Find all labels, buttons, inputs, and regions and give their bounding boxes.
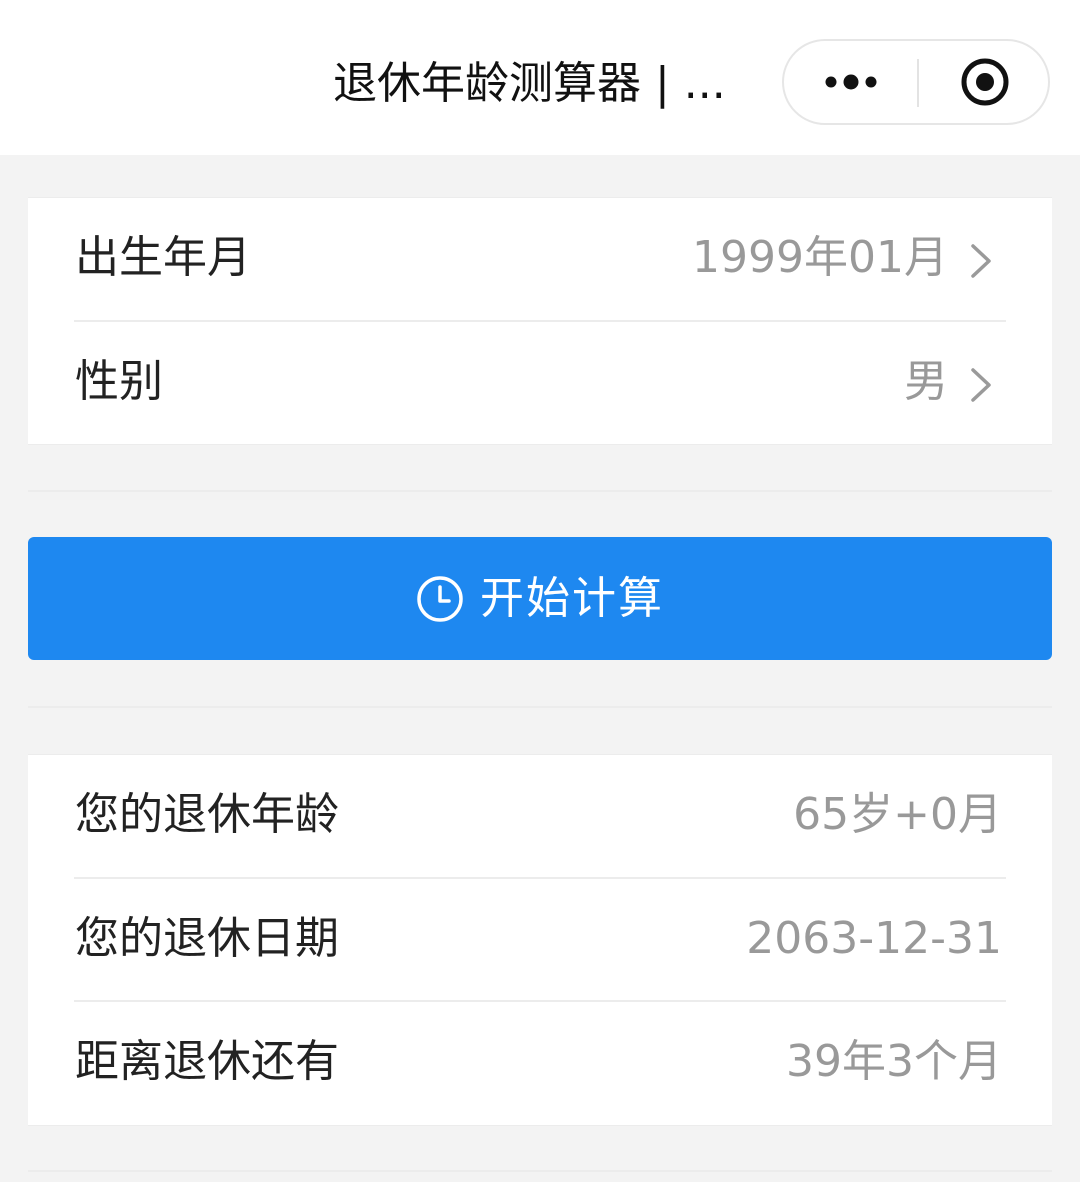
time-remaining-label: 距离退休还有 xyxy=(75,1036,339,1087)
result-card: 您的退休年龄 65岁+0月 您的退休日期 2063-12-31 距离退休还有 3… xyxy=(28,754,1052,1126)
birth-date-label: 出生年月 xyxy=(75,232,251,283)
retirement-age-value: 65岁+0月 xyxy=(793,789,1002,840)
section-divider xyxy=(28,706,1052,708)
gender-label: 性别 xyxy=(75,356,163,407)
page-title: 退休年龄测算器 | ... xyxy=(333,58,726,109)
chevron-right-icon xyxy=(971,368,991,402)
menu-capsule xyxy=(782,39,1050,125)
retirement-date-label: 您的退休日期 xyxy=(75,913,339,964)
more-dots-icon xyxy=(825,74,876,90)
section-divider xyxy=(28,490,1052,492)
navigation-bar: 退休年龄测算器 | ... xyxy=(0,0,1080,155)
time-remaining-value: 39年3个月 xyxy=(786,1036,1002,1087)
input-card: 出生年月 1999年01月 性别 男 xyxy=(28,197,1052,445)
time-remaining-row: 距离退休还有 39年3个月 xyxy=(28,1002,1052,1125)
gender-row[interactable]: 性别 男 xyxy=(28,322,1052,445)
section-divider xyxy=(28,1170,1052,1172)
birth-date-row[interactable]: 出生年月 1999年01月 xyxy=(28,198,1052,321)
start-calculation-label: 开始计算 xyxy=(480,572,664,624)
start-calculation-button[interactable]: 开始计算 xyxy=(28,537,1052,660)
retirement-date-row: 您的退休日期 2063-12-31 xyxy=(28,879,1052,1002)
birth-date-value: 1999年01月 xyxy=(692,232,948,283)
retirement-age-row: 您的退休年龄 65岁+0月 xyxy=(28,755,1052,878)
chevron-right-icon xyxy=(971,244,991,278)
retirement-age-label: 您的退休年龄 xyxy=(75,789,339,840)
more-button[interactable] xyxy=(784,41,917,123)
gender-value: 男 xyxy=(904,356,948,407)
target-circle-icon xyxy=(961,58,1008,106)
retirement-date-value: 2063-12-31 xyxy=(746,913,1002,964)
clock-icon xyxy=(417,575,463,622)
close-button[interactable] xyxy=(919,41,1050,123)
